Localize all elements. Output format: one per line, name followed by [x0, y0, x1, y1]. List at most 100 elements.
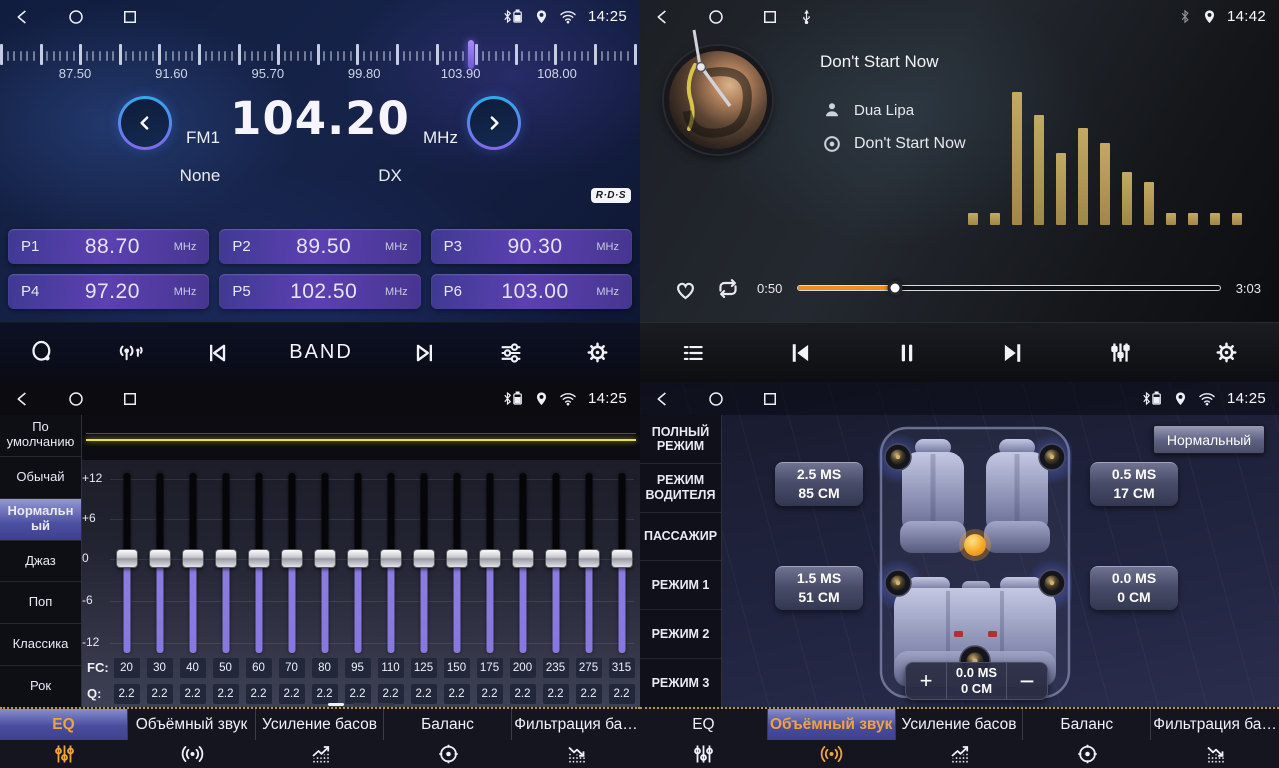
eq-band-slider-4[interactable] [209, 471, 242, 661]
repeat-icon[interactable] [714, 276, 742, 301]
fc-value-4[interactable]: 50 [213, 658, 239, 678]
fc-value-2[interactable]: 30 [147, 658, 173, 678]
scan-icon[interactable] [29, 339, 56, 366]
eq-slider-handle[interactable] [215, 549, 237, 568]
tab-eq-sliders[interactable]: EQ [0, 709, 128, 768]
eq-slider-handle[interactable] [380, 549, 402, 568]
tab-bass-boost[interactable]: Усиление басов [256, 709, 384, 768]
preset-button-p5[interactable]: P5102.50MHz [219, 274, 420, 309]
mode-item-3[interactable]: РЕЖИМ 1 [640, 560, 721, 609]
fc-value-3[interactable]: 40 [180, 658, 206, 678]
tab-eq-sliders[interactable]: EQ [640, 709, 768, 768]
eq-slider-handle[interactable] [347, 549, 369, 568]
q-value-3[interactable]: 2.2 [180, 684, 206, 704]
fc-value-8[interactable]: 95 [345, 658, 371, 678]
previous-track-icon[interactable] [785, 338, 815, 368]
eq-slider-handle[interactable] [479, 549, 501, 568]
recents-nav-icon[interactable] [121, 390, 139, 408]
eq-slider-handle[interactable] [248, 549, 270, 568]
preset-button-p1[interactable]: P188.70MHz [8, 229, 209, 264]
eq-band-slider-12[interactable] [473, 471, 506, 661]
fc-value-1[interactable]: 20 [114, 658, 140, 678]
prev-station-icon[interactable] [203, 339, 231, 367]
q-value-15[interactable]: 2.2 [576, 684, 602, 704]
tuner-indicator[interactable] [468, 40, 474, 69]
eq-slider-handle[interactable] [182, 549, 204, 568]
delay-rear-right[interactable]: 0.0 MS 0 CM [1090, 566, 1178, 610]
profile-button[interactable]: Нормальный [1153, 425, 1265, 454]
home-nav-icon[interactable] [67, 8, 85, 26]
preset-button-p6[interactable]: P6103.00MHz [431, 274, 632, 309]
eq-slider-handle[interactable] [611, 549, 633, 568]
eq-band-slider-14[interactable] [539, 471, 572, 661]
eq-preset-item-0[interactable]: По умолчанию [0, 415, 81, 456]
decrease-button[interactable]: − [1007, 663, 1047, 699]
next-track-icon[interactable] [998, 338, 1028, 368]
q-value-9[interactable]: 2.2 [378, 684, 404, 704]
frequency-scale[interactable] [0, 36, 640, 70]
fc-value-10[interactable]: 125 [411, 658, 437, 678]
back-nav-icon[interactable] [13, 390, 31, 408]
eq-preset-item-1[interactable]: Обычай [0, 456, 81, 498]
mode-item-0[interactable]: ПОЛНЫЙ РЕЖИМ [640, 415, 721, 463]
q-value-2[interactable]: 2.2 [147, 684, 173, 704]
preset-button-p4[interactable]: P497.20MHz [8, 274, 209, 309]
preset-button-p2[interactable]: P289.50MHz [219, 229, 420, 264]
q-value-1[interactable]: 2.2 [114, 684, 140, 704]
mode-item-5[interactable]: РЕЖИМ 3 [640, 658, 721, 707]
pause-icon[interactable] [893, 338, 921, 368]
q-value-5[interactable]: 2.2 [246, 684, 272, 704]
eq-band-slider-7[interactable] [308, 471, 341, 661]
fc-value-16[interactable]: 315 [609, 658, 635, 678]
tab-surround[interactable]: Объёмный звук [128, 709, 256, 768]
increase-button[interactable]: + [906, 663, 946, 699]
q-value-13[interactable]: 2.2 [510, 684, 536, 704]
q-value-11[interactable]: 2.2 [444, 684, 470, 704]
settings-gear-icon[interactable] [1213, 339, 1240, 366]
eq-band-slider-8[interactable] [341, 471, 374, 661]
back-nav-icon[interactable] [13, 8, 31, 26]
eq-band-slider-2[interactable] [143, 471, 176, 661]
audio-settings-icon[interactable] [497, 339, 525, 367]
q-value-10[interactable]: 2.2 [411, 684, 437, 704]
fc-value-14[interactable]: 235 [543, 658, 569, 678]
progress-thumb[interactable] [888, 281, 903, 296]
eq-band-slider-10[interactable] [407, 471, 440, 661]
eq-slider-handle[interactable] [281, 549, 303, 568]
q-value-4[interactable]: 2.2 [213, 684, 239, 704]
eq-slider-handle[interactable] [413, 549, 435, 568]
next-station-icon[interactable] [411, 339, 439, 367]
eq-band-slider-3[interactable] [176, 471, 209, 661]
eq-band-slider-13[interactable] [506, 471, 539, 661]
q-value-16[interactable]: 2.2 [609, 684, 635, 704]
eq-band-slider-5[interactable] [242, 471, 275, 661]
progress-track[interactable] [797, 285, 1220, 291]
album-art[interactable] [664, 46, 772, 154]
tab-filter[interactable]: Фильтрация ба… [512, 709, 640, 768]
home-nav-icon[interactable] [707, 8, 725, 26]
tab-bass-boost[interactable]: Усиление басов [896, 709, 1024, 768]
fc-value-6[interactable]: 70 [279, 658, 305, 678]
delay-rear-left[interactable]: 1.5 MS 51 CM [775, 566, 863, 610]
favorite-heart-icon[interactable] [672, 276, 699, 301]
eq-slider-handle[interactable] [446, 549, 468, 568]
tab-filter[interactable]: Фильтрация ба… [1151, 709, 1279, 768]
fc-value-9[interactable]: 110 [378, 658, 404, 678]
delay-front-left[interactable]: 2.5 MS 85 CM [775, 462, 863, 506]
fc-value-5[interactable]: 60 [246, 658, 272, 678]
settings-gear-icon[interactable] [584, 339, 611, 366]
eq-slider-handle[interactable] [545, 549, 567, 568]
eq-preset-item-5[interactable]: Классика [0, 623, 81, 665]
seek-down-button[interactable] [118, 96, 172, 150]
recents-nav-icon[interactable] [761, 390, 779, 408]
recents-nav-icon[interactable] [761, 8, 779, 26]
mode-item-4[interactable]: РЕЖИМ 2 [640, 609, 721, 658]
tab-balance[interactable]: Баланс [384, 709, 512, 768]
q-value-14[interactable]: 2.2 [543, 684, 569, 704]
mixer-icon[interactable] [1106, 338, 1135, 367]
q-value-7[interactable]: 2.2 [312, 684, 338, 704]
home-nav-icon[interactable] [707, 390, 725, 408]
broadcast-icon[interactable] [115, 339, 145, 366]
eq-band-slider-1[interactable] [110, 471, 143, 661]
eq-preset-item-2[interactable]: Нормальный [0, 498, 81, 540]
